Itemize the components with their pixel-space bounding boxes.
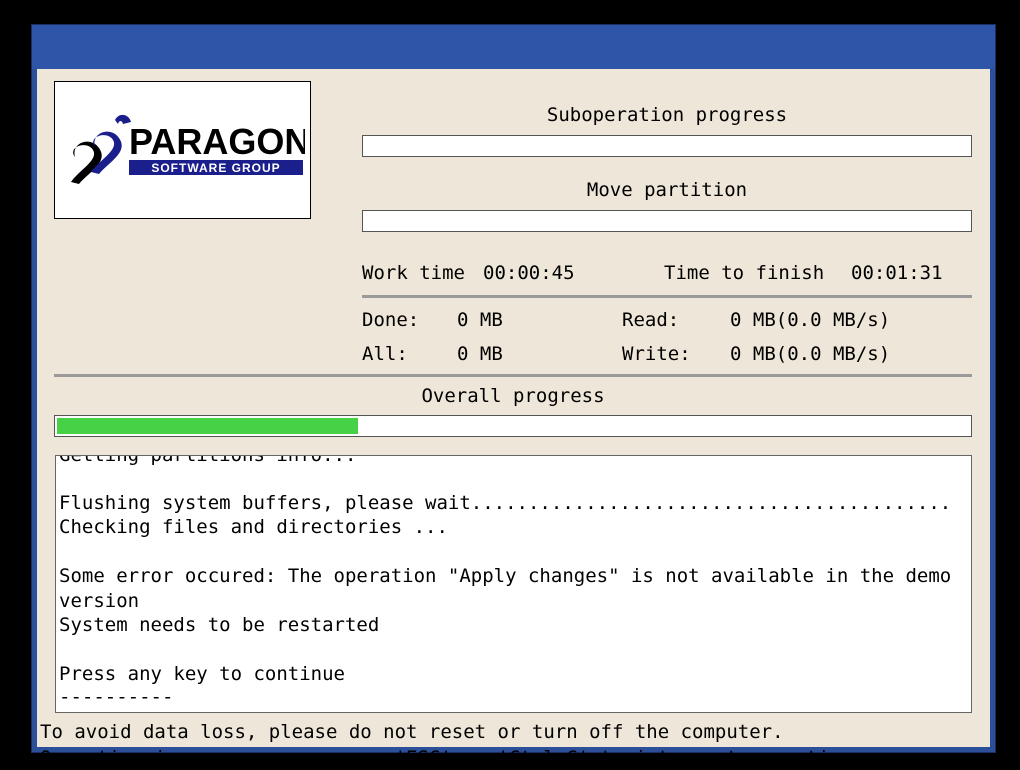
done-label: Done: [362,309,420,331]
work-time-label: Work time [362,262,465,284]
write-label: Write: [622,343,691,365]
divider-top [362,295,972,298]
overall-progress-bar [54,415,972,437]
all-label: All: [362,343,408,365]
time-to-finish-label: Time to finish [664,262,825,284]
logo-brand-text: PARAGON [129,121,305,162]
log-line: Flushing system buffers, please wait....… [59,492,952,514]
overall-progress-label: Overall progress [421,385,605,407]
all-value: 0 MB [457,343,503,365]
current-task-label: Move partition [586,179,748,201]
time-to-finish-value: 00:01:31 [851,262,943,284]
log-line: ---------- [59,686,174,708]
read-value: 0 MB(0.0 MB/s) [730,309,891,331]
log-line: Press any key to continue [59,663,345,685]
overall-progress-fill [57,418,358,434]
log-line: Getting partitions info... [59,455,357,466]
progress-window: PARAGON SOFTWARE GROUP Suboperation prog… [31,24,996,769]
client-area: PARAGON SOFTWARE GROUP Suboperation prog… [37,69,990,769]
log-line: System needs to be restarted [59,614,380,636]
suboperation-label: Suboperation progress [546,104,788,126]
done-value: 0 MB [457,309,503,331]
current-task-progress-bar [362,210,972,232]
suboperation-progress-bar [362,135,972,157]
logo-tagline-text: SOFTWARE GROUP [151,161,280,175]
log-panel[interactable]: Getting partitions info... Flushing syst… [55,455,972,713]
logo-box: PARAGON SOFTWARE GROUP [54,81,311,219]
log-line: Some error occured: The operation "Apply… [59,565,952,587]
work-time-value: 00:00:45 [483,262,575,284]
read-label: Read: [622,309,680,331]
paragon-logo-icon: PARAGON SOFTWARE GROUP [71,114,305,184]
warning-message: To avoid data loss, please do not reset … [40,721,784,743]
write-value: 0 MB(0.0 MB/s) [730,343,891,365]
title-bar [32,25,995,69]
log-line: version [59,590,140,612]
interrupt-hint: Operation in progress... press 'ESC' or … [40,747,853,769]
divider-bottom [54,374,972,377]
log-line: Checking files and directories ... [59,516,448,538]
